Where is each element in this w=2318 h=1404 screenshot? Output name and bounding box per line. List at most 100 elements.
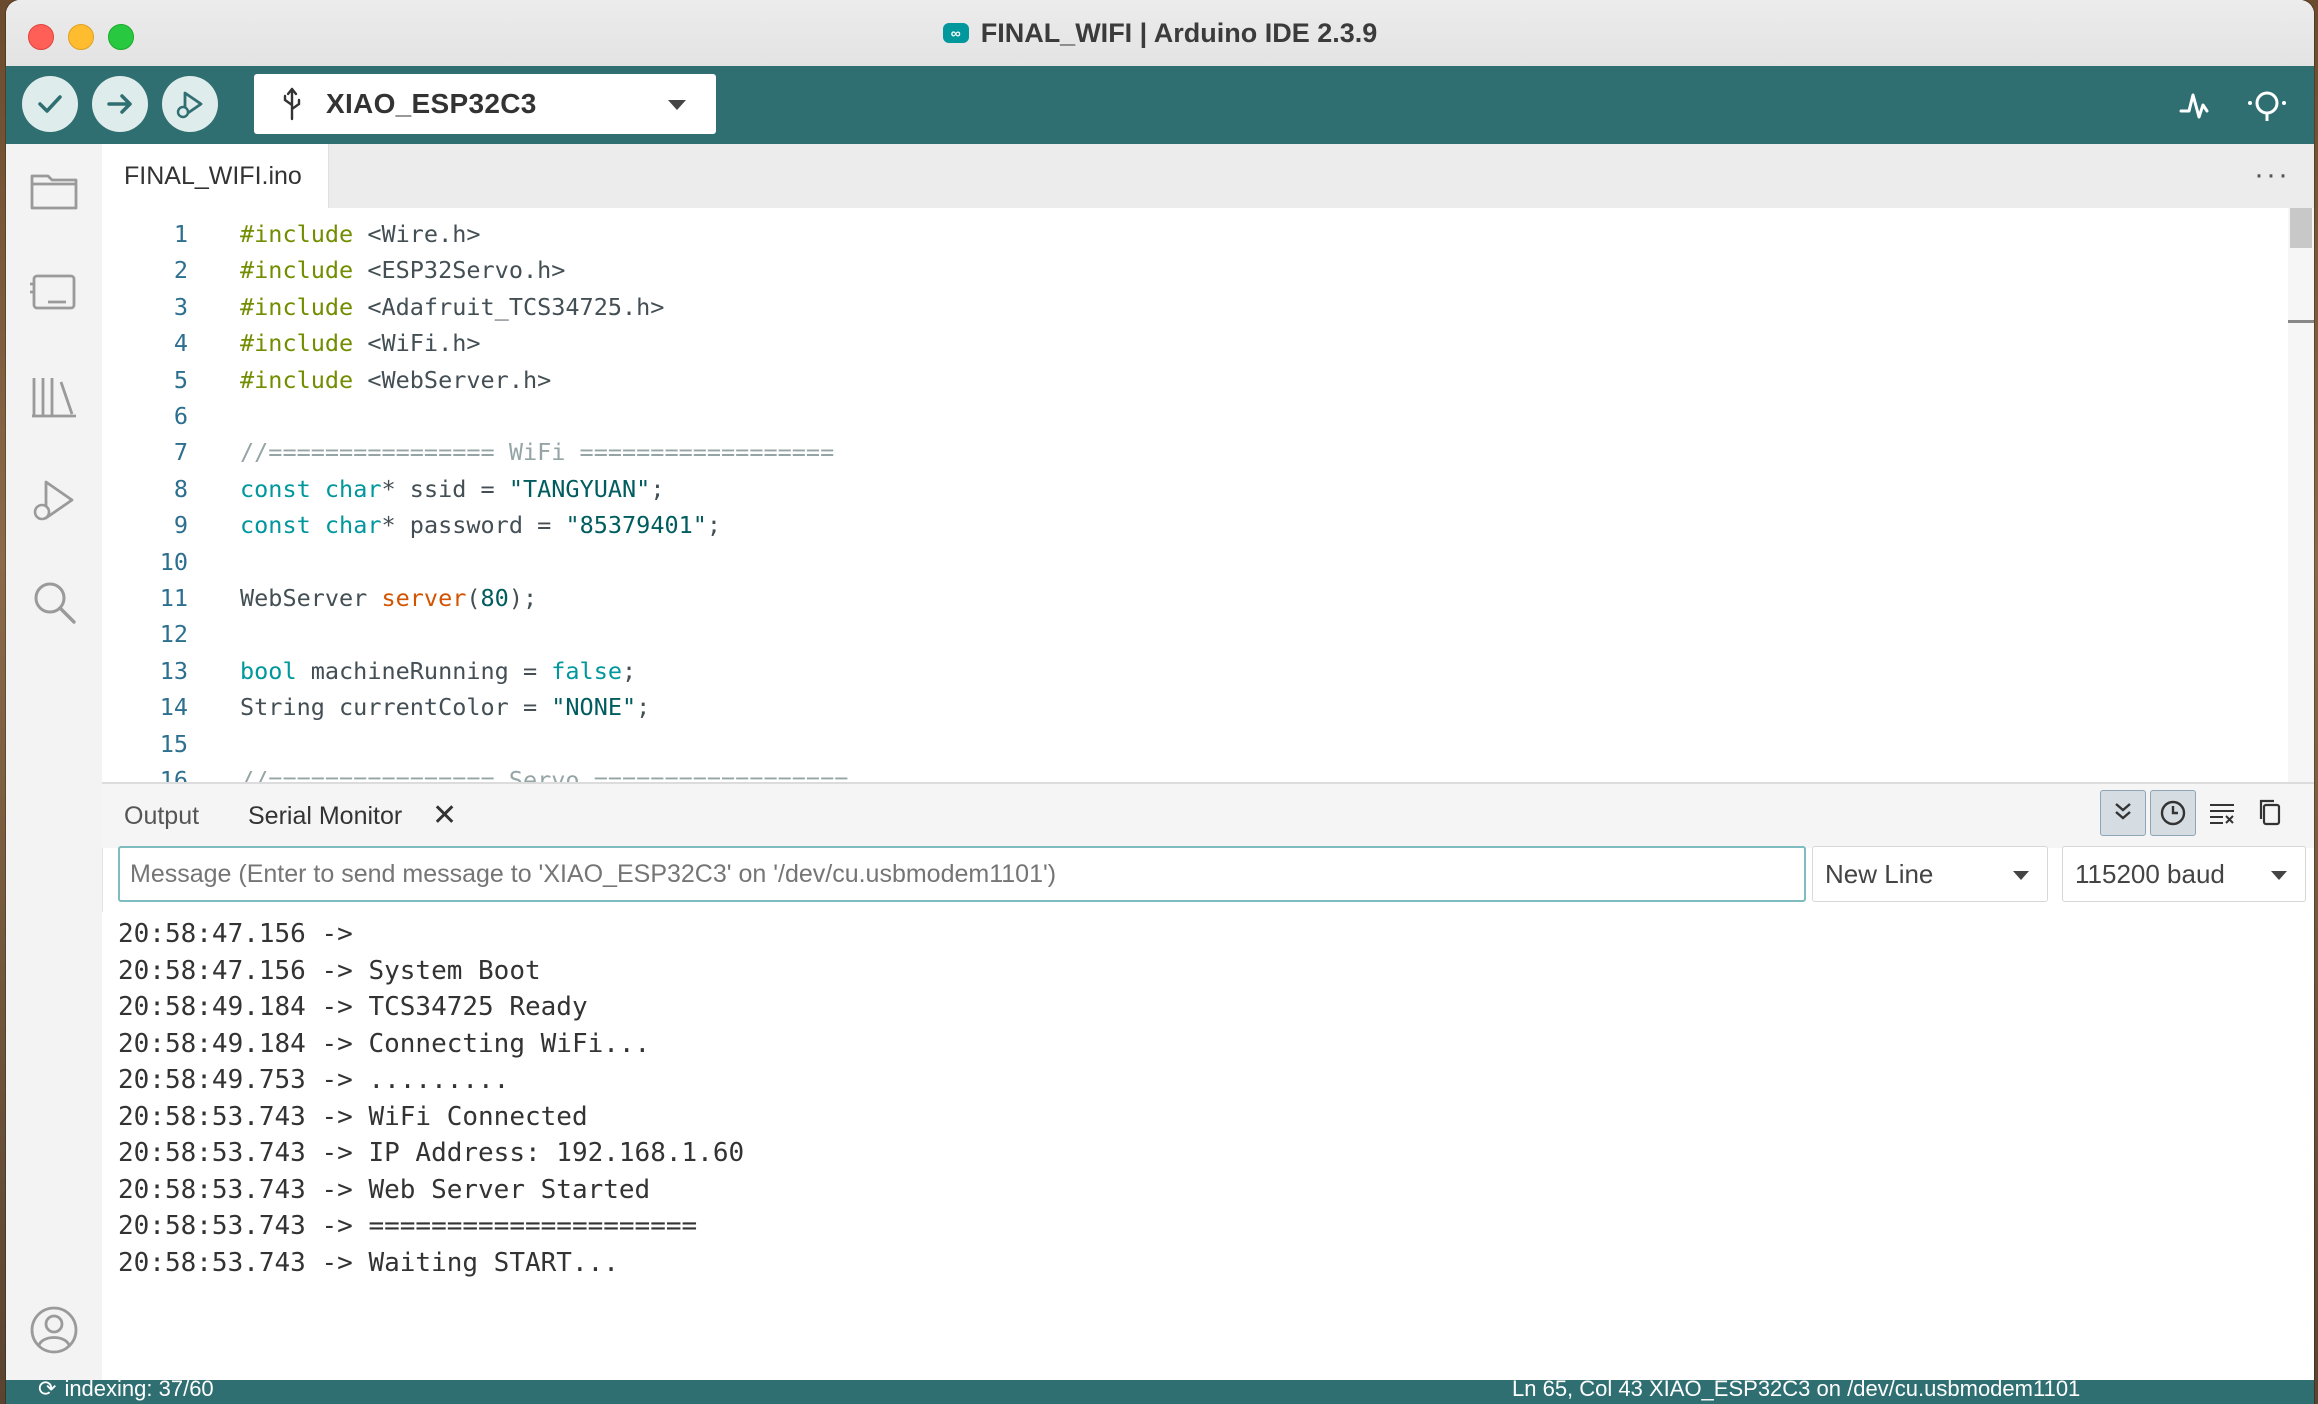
- code-line[interactable]: 7 //================ WiFi ===============…: [102, 434, 2252, 470]
- check-icon: [38, 95, 62, 113]
- code-token: WebServer: [240, 584, 382, 612]
- code-line[interactable]: 12: [102, 616, 2252, 652]
- line-number: 4: [173, 329, 188, 358]
- maximize-window-button[interactable]: [108, 24, 134, 50]
- serial-output[interactable]: 20:58:47.156 -> 20:58:47.156 -> System B…: [102, 912, 2314, 1380]
- code-text: //================ WiFi ================…: [240, 434, 834, 470]
- debug-button[interactable]: [162, 76, 218, 132]
- autoscroll-button[interactable]: [2100, 790, 2146, 836]
- line-number: 14: [159, 693, 188, 722]
- baud-rate-select[interactable]: 115200 baud: [2062, 846, 2306, 902]
- timestamp-icon: [2160, 800, 2186, 826]
- code-token: #include: [240, 365, 354, 394]
- chevron-down-icon: [2271, 871, 2287, 880]
- tab-output[interactable]: Output: [124, 802, 199, 831]
- code-line[interactable]: 3 #include <Adafruit_TCS34725.h>: [102, 289, 2252, 325]
- line-number: 5: [173, 365, 188, 394]
- tab-serial-monitor[interactable]: Serial Monitor: [248, 802, 402, 831]
- code-line[interactable]: 5 #include <WebServer.h>: [102, 362, 2252, 398]
- code-line[interactable]: 8 const char* ssid = "TANGYUAN";: [102, 471, 2252, 507]
- serial-output-line: 20:58:49.753 -> .........: [118, 1065, 510, 1095]
- code-editor[interactable]: 1 #include <Wire.h> 2 #include <ESP32Servo.…: [102, 208, 2314, 782]
- title-bar: ∞ FINAL_WIFI | Arduino IDE 2.3.9: [6, 0, 2314, 67]
- code-line[interactable]: 6: [102, 398, 2252, 434]
- code-token: ;: [650, 474, 665, 503]
- code-line[interactable]: 13 bool machineRunning = false;: [102, 653, 2252, 689]
- scrollbar-thumb[interactable]: [2290, 208, 2312, 248]
- code-line[interactable]: 9 const char* password = "85379401";: [102, 507, 2252, 543]
- code-token: "TANGYUAN": [508, 474, 651, 503]
- boards-manager-button[interactable]: [28, 266, 80, 318]
- serial-message-input[interactable]: [118, 846, 1806, 902]
- serial-output-line: 20:58:53.743 -> Waiting START...: [118, 1247, 619, 1278]
- tab-final-wifi-ino[interactable]: FINAL_WIFI.ino: [102, 144, 329, 208]
- account-button[interactable]: [28, 1304, 80, 1356]
- verify-button[interactable]: [22, 76, 78, 132]
- line-ending-select[interactable]: New Line: [1812, 846, 2048, 902]
- status-bar: ⟳ indexing: 37/60 Ln 65, Col 43 XIAO_ESP…: [6, 1380, 2314, 1404]
- pulse-icon: [2179, 93, 2209, 119]
- usb-icon: [283, 87, 301, 121]
- code-line[interactable]: 11 WebServer server(80);: [102, 580, 2252, 616]
- code-token: false: [551, 656, 623, 685]
- code-line[interactable]: 2 #include <ESP32Servo.h>: [102, 252, 2252, 288]
- indexing-text: indexing: 37/60: [64, 1380, 214, 1401]
- line-number: 7: [173, 438, 188, 467]
- code-line[interactable]: 15: [102, 726, 2252, 762]
- code-line[interactable]: 4 #include <WiFi.h>: [102, 325, 2252, 361]
- code-token: <ESP32Servo.h>: [353, 256, 566, 285]
- code-token: String currentColor =: [240, 693, 552, 722]
- autoscroll-icon: [2115, 803, 2131, 820]
- code-text: //================ Servo ===============…: [240, 762, 848, 782]
- debug-play-icon: [176, 91, 203, 119]
- sync-icon: ⟳: [38, 1380, 57, 1401]
- close-window-button[interactable]: [28, 24, 54, 50]
- code-line[interactable]: 10: [102, 544, 2252, 580]
- cursor-board-status[interactable]: Ln 65, Col 43 XIAO_ESP32C3 on /dev/cu.us…: [1512, 1380, 2080, 1402]
- line-number: 11: [159, 584, 188, 612]
- line-number: 1: [173, 220, 188, 248]
- serial-output-line: 20:58:53.743 -> IP Address: 192.168.1.60: [118, 1138, 745, 1168]
- scrollbar-marker: [2288, 320, 2314, 323]
- board-name: XIAO_ESP32C3: [326, 88, 537, 119]
- code-token: 80: [480, 584, 509, 612]
- code-token: ;: [622, 656, 637, 685]
- close-serial-monitor-icon[interactable]: ✕: [432, 798, 457, 833]
- arrow-right-icon: [107, 94, 132, 114]
- code-token: "85379401": [565, 511, 707, 540]
- serial-monitor-button[interactable]: [2242, 80, 2292, 130]
- more-actions-button[interactable]: ···: [2254, 158, 2290, 192]
- code-text: #include <Wire.h>: [240, 216, 481, 252]
- serial-plotter-button[interactable]: [2172, 80, 2222, 130]
- copy-output-button[interactable]: [2248, 790, 2292, 834]
- clear-output-icon: [2210, 804, 2234, 824]
- arduino-logo-icon: ∞: [942, 23, 969, 43]
- search-button[interactable]: [28, 576, 80, 628]
- sketchbook-button[interactable]: [28, 164, 80, 216]
- debug-icon: [33, 480, 74, 521]
- code-token: <Wire.h>: [353, 220, 481, 248]
- library-manager-button[interactable]: [28, 370, 80, 422]
- line-ending-value: New Line: [1825, 858, 1934, 889]
- line-number: 12: [159, 620, 188, 649]
- code-text: WebServer server(80);: [240, 580, 537, 616]
- code-line[interactable]: 16 //================ Servo =============…: [102, 762, 2252, 782]
- serial-output-line: 20:58:49.184 -> Connecting WiFi...: [118, 1028, 651, 1059]
- debug-panel-button[interactable]: [28, 474, 80, 526]
- baud-rate-value: 115200 baud: [2075, 858, 2225, 889]
- clear-output-button[interactable]: [2200, 790, 2244, 834]
- board-selector[interactable]: XIAO_ESP32C3: [254, 74, 716, 134]
- code-line[interactable]: 14 String currentColor = "NONE";: [102, 689, 2252, 725]
- board-manager-icon: [30, 274, 76, 310]
- ide-window: ∞ FINAL_WIFI | Arduino IDE 2.3.9 XIAO_ES…: [6, 0, 2314, 1404]
- editor-scrollbar[interactable]: [2288, 208, 2314, 782]
- upload-button[interactable]: [92, 76, 148, 132]
- timestamp-button[interactable]: [2150, 790, 2196, 836]
- code-text: const char* password = "85379401";: [240, 507, 721, 543]
- minimize-window-button[interactable]: [68, 24, 94, 50]
- line-number: 8: [173, 474, 188, 503]
- code-line[interactable]: 1 #include <Wire.h>: [102, 216, 2252, 252]
- indexing-status: ⟳ indexing: 37/60: [38, 1380, 214, 1402]
- code-token: //================ WiFi ================…: [240, 438, 835, 467]
